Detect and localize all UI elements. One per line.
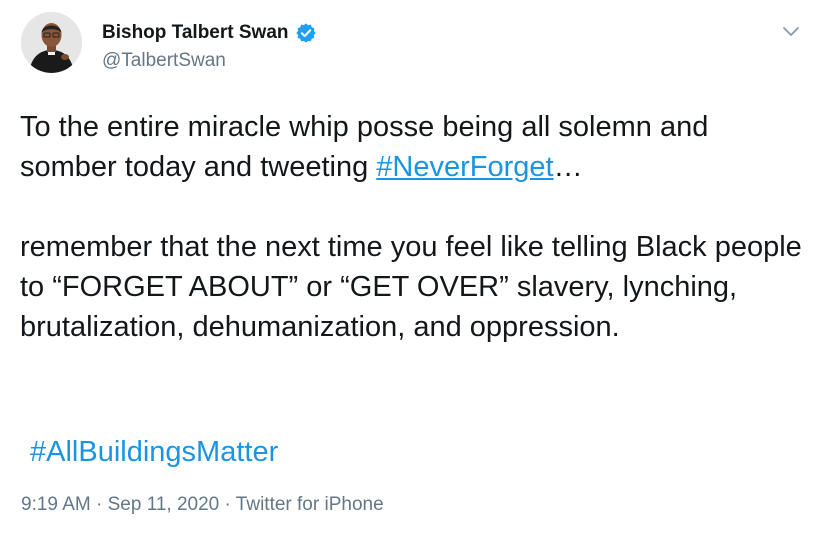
tweet-paragraph-1-text: To the entire miracle whip posse being a… xyxy=(20,111,709,183)
meta-separator: · xyxy=(224,494,231,515)
tweet-date[interactable]: Sep 11, 2020 xyxy=(108,494,220,515)
hashtag-link-allbuildingsmatter[interactable]: #AllBuildingsMatter xyxy=(30,436,278,468)
verified-badge-icon xyxy=(295,23,316,43)
tweet-time[interactable]: 9:19 AM xyxy=(21,494,91,515)
tweet-source[interactable]: Twitter for iPhone xyxy=(236,494,384,515)
avatar[interactable] xyxy=(21,12,82,73)
avatar-photo-icon xyxy=(21,12,82,73)
tweet-card: Bishop Talbert Swan @TalbertSwan To the … xyxy=(0,0,821,539)
author-handle[interactable]: @TalbertSwan xyxy=(102,50,226,72)
tweet-paragraph-1-suffix: … xyxy=(553,151,583,183)
tweet-hashtag-line: #AllBuildingsMatter xyxy=(30,432,278,472)
tweet-paragraph-2: remember that the next time you feel lik… xyxy=(20,231,802,343)
author-display-name[interactable]: Bishop Talbert Swan xyxy=(102,22,289,44)
tweet-paragraph-1: To the entire miracle whip posse being a… xyxy=(20,107,810,187)
meta-separator: · xyxy=(96,494,103,515)
tweet-meta: 9:19 AM · Sep 11, 2020 · Twitter for iPh… xyxy=(21,494,384,516)
chevron-down-icon[interactable] xyxy=(780,20,802,42)
hashtag-link-neverforget[interactable]: #NeverForget xyxy=(376,151,553,183)
tweet-text: To the entire miracle whip posse being a… xyxy=(20,107,810,347)
author-name-row[interactable]: Bishop Talbert Swan xyxy=(102,22,317,44)
